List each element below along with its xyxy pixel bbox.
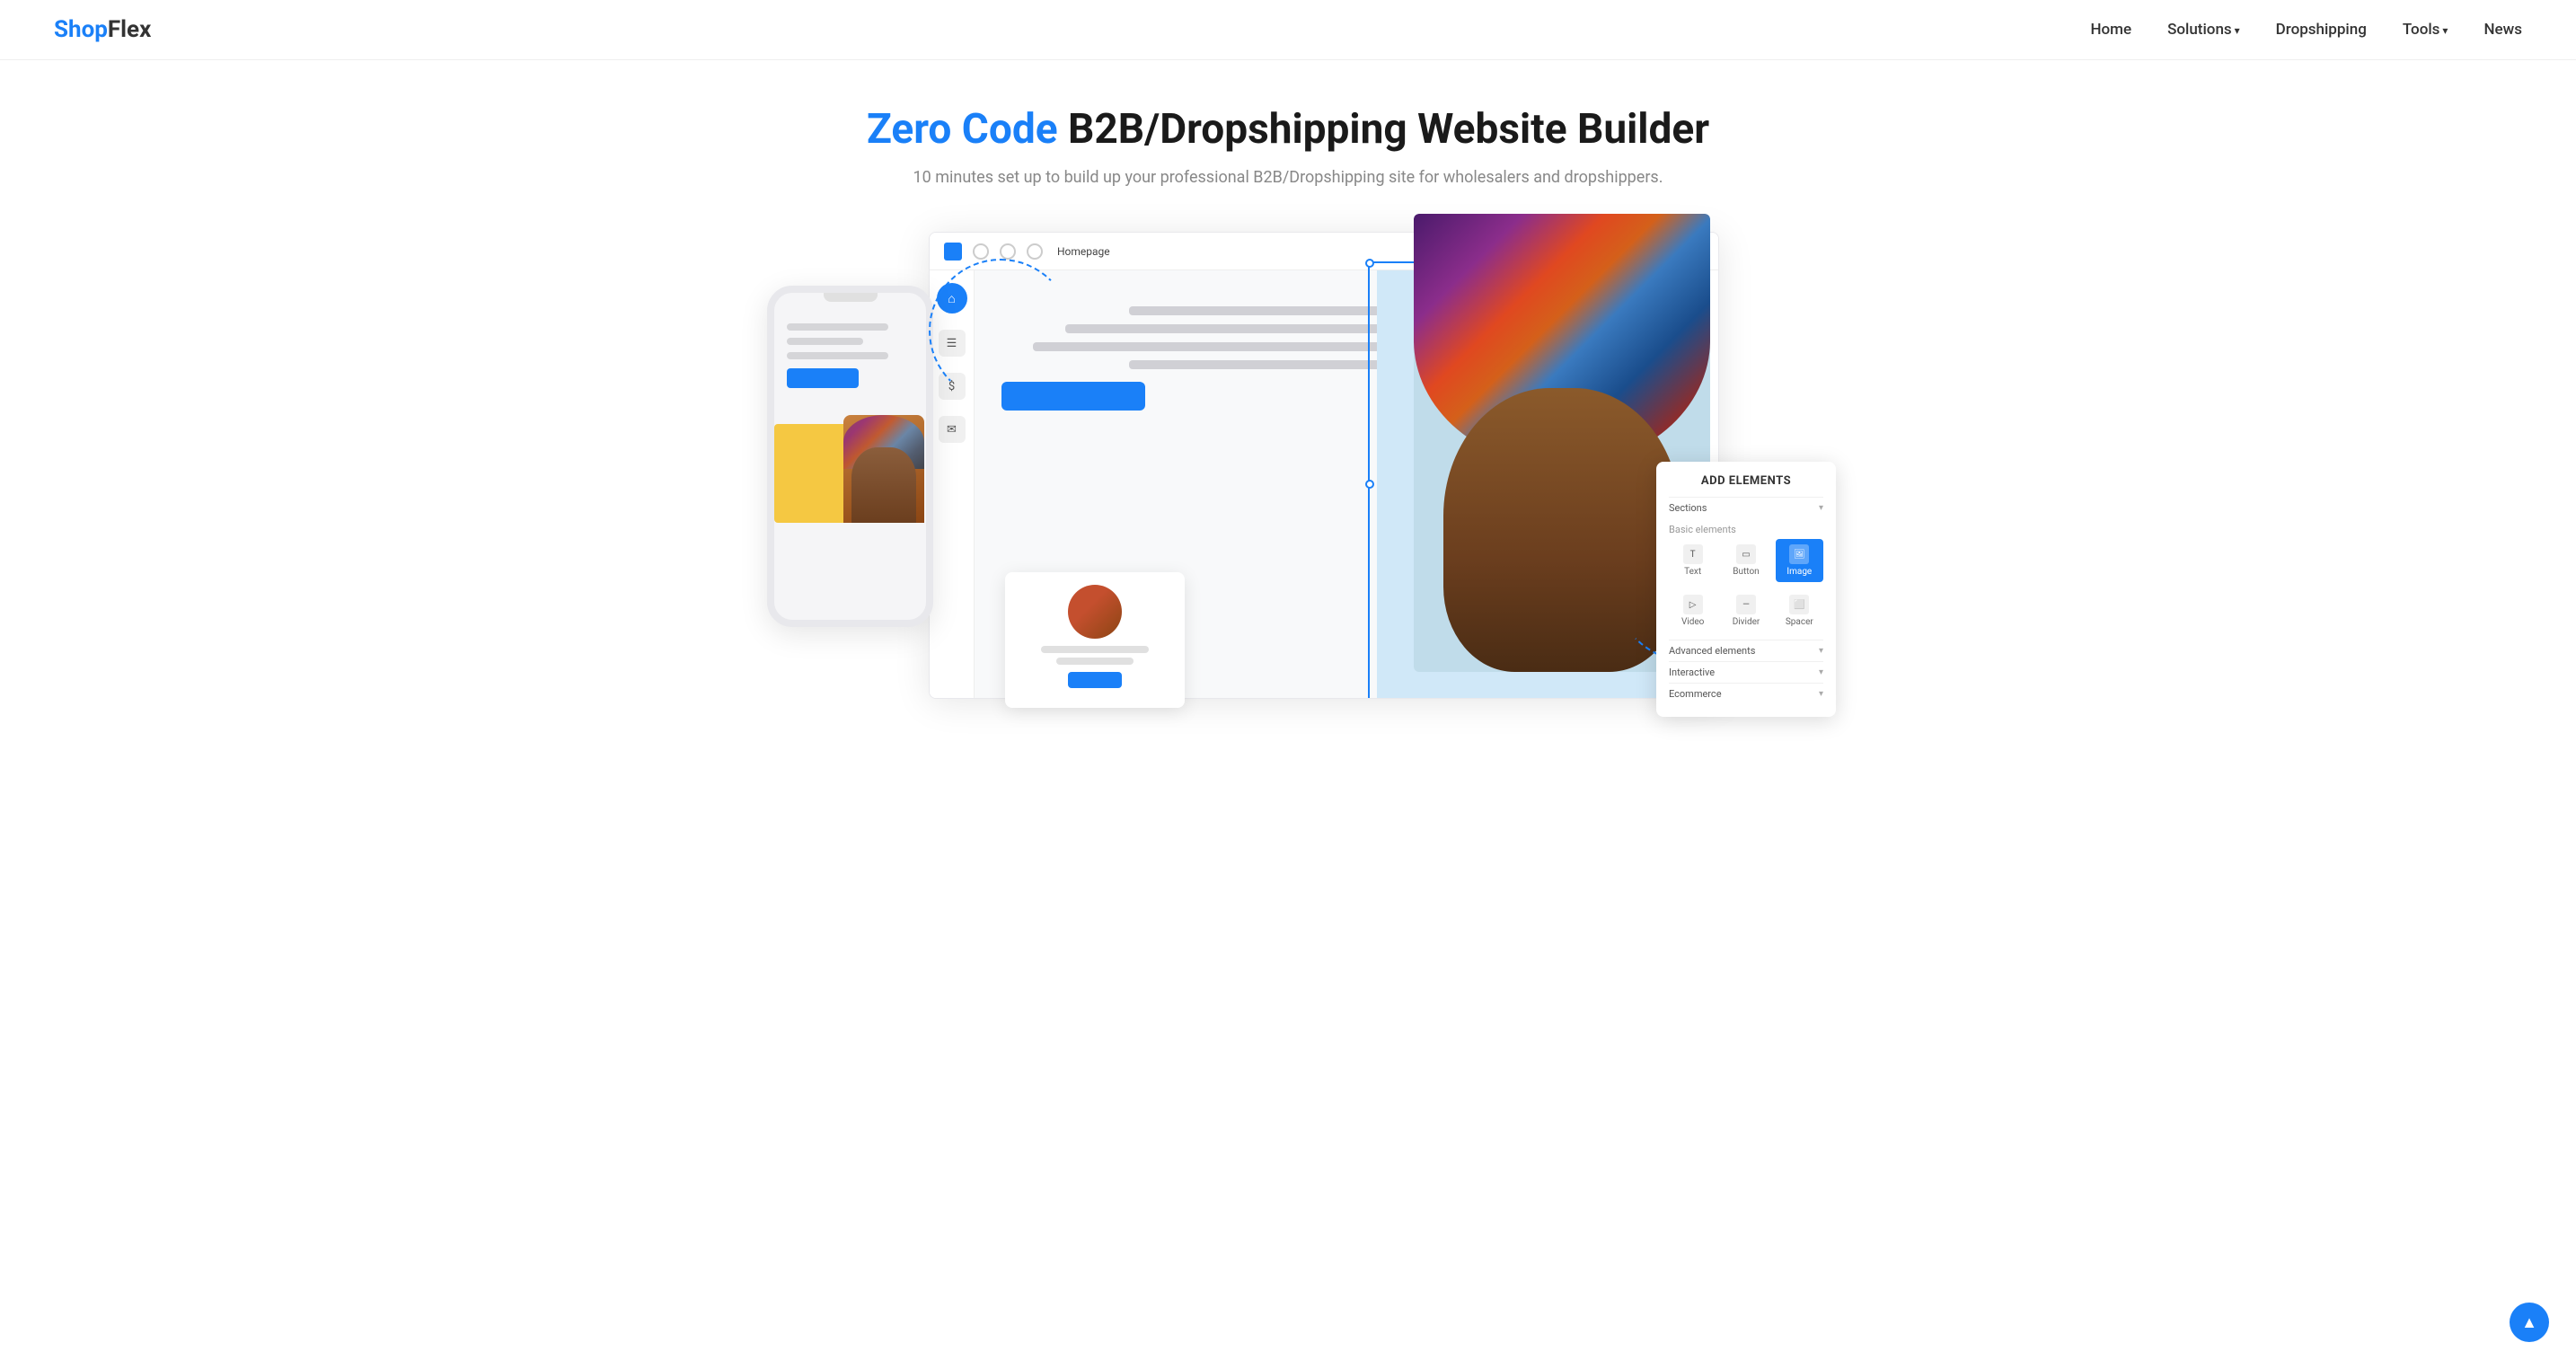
panel-advanced-row[interactable]: Advanced elements ▾ bbox=[1669, 640, 1823, 661]
topbar-page-label: Homepage bbox=[1057, 245, 1110, 258]
profile-name-line bbox=[1041, 646, 1149, 653]
profile-popup-card bbox=[1005, 572, 1185, 708]
panel-button-element[interactable]: ▭ Button bbox=[1722, 539, 1769, 582]
navbar: ShopFlex Home Solutions Dropshipping Too… bbox=[0, 0, 2576, 60]
mobile-line-2 bbox=[787, 338, 863, 345]
logo[interactable]: ShopFlex bbox=[54, 16, 151, 43]
canvas-cta-button[interactable] bbox=[1001, 382, 1145, 411]
sidebar-dollar-icon[interactable]: $ bbox=[939, 373, 966, 400]
button-icon: ▭ bbox=[1736, 544, 1756, 564]
scroll-up-button[interactable]: ▲ bbox=[2510, 1303, 2549, 1342]
image-label: Image bbox=[1786, 567, 1812, 577]
panel-interactive-label: Interactive bbox=[1669, 667, 1715, 678]
panel-spacer-element[interactable]: ⬜ Spacer bbox=[1776, 589, 1823, 632]
topbar-save-btn[interactable] bbox=[1027, 243, 1043, 260]
builder-sidebar-left: ⌂ ☰ $ ✉ bbox=[930, 270, 975, 698]
panel-elements-row2: ▷ Video — Divider ⬜ Spacer bbox=[1669, 589, 1823, 632]
hero-subtitle: 10 minutes set up to build up your profe… bbox=[18, 168, 2558, 187]
logo-shop: Shop bbox=[54, 16, 108, 43]
divider-label: Divider bbox=[1733, 617, 1760, 627]
text-label: Text bbox=[1684, 567, 1701, 577]
panel-text-element[interactable]: T Text bbox=[1669, 539, 1716, 582]
mobile-line-3 bbox=[787, 352, 888, 359]
panel-sections-label: Sections bbox=[1669, 502, 1707, 514]
mobile-cta-button[interactable] bbox=[787, 368, 859, 388]
topbar-redo-btn[interactable] bbox=[1000, 243, 1016, 260]
hero-headline-black: B2B/Dropshipping Website Builder bbox=[1058, 105, 1709, 154]
panel-basic-label: Basic elements bbox=[1669, 524, 1823, 535]
panel-sections-arrow: ▾ bbox=[1819, 503, 1823, 513]
mobile-image-area bbox=[774, 406, 926, 523]
sidebar-mail-icon[interactable]: ✉ bbox=[939, 416, 966, 443]
nav-home[interactable]: Home bbox=[2090, 21, 2131, 39]
panel-elements-row1: T Text ▭ Button 🖼 Image bbox=[1669, 539, 1823, 582]
logo-flex: Flex bbox=[108, 16, 151, 43]
panel-ecommerce-arrow: ▾ bbox=[1819, 689, 1823, 699]
button-label: Button bbox=[1733, 567, 1759, 577]
panel-video-element[interactable]: ▷ Video bbox=[1669, 589, 1716, 632]
scroll-up-icon: ▲ bbox=[2521, 1313, 2537, 1332]
mobile-line-1 bbox=[787, 323, 888, 331]
mobile-content bbox=[774, 311, 926, 402]
divider-icon: — bbox=[1736, 595, 1756, 614]
panel-image-element[interactable]: 🖼 Image bbox=[1776, 539, 1823, 582]
profile-avatar bbox=[1068, 585, 1122, 639]
panel-advanced-arrow: ▾ bbox=[1819, 646, 1823, 656]
panel-interactive-arrow: ▾ bbox=[1819, 667, 1823, 677]
panel-interactive-row[interactable]: Interactive ▾ bbox=[1669, 661, 1823, 683]
sidebar-pages-icon[interactable]: ☰ bbox=[939, 330, 966, 357]
mobile-yellow-bg bbox=[774, 424, 851, 524]
illustration-area: Homepage Preview mode Save & exit PUBLIS… bbox=[749, 232, 1827, 735]
profile-action-btn[interactable] bbox=[1068, 672, 1122, 688]
image-icon: 🖼 bbox=[1789, 544, 1809, 564]
sidebar-home-icon[interactable]: ⌂ bbox=[937, 283, 967, 314]
add-elements-panel: ADD ELEMENTS Sections ▾ Basic elements T… bbox=[1656, 462, 1836, 717]
spacer-label: Spacer bbox=[1786, 617, 1813, 627]
sel-handle-lm[interactable] bbox=[1365, 480, 1374, 489]
nav-tools[interactable]: Tools bbox=[2403, 21, 2448, 39]
nav-news[interactable]: News bbox=[2483, 21, 2522, 39]
panel-sections-row[interactable]: Sections ▾ bbox=[1669, 497, 1823, 518]
spacer-icon: ⬜ bbox=[1789, 595, 1809, 614]
hero-headline-blue: Zero Code bbox=[867, 105, 1058, 154]
panel-ecommerce-row[interactable]: Ecommerce ▾ bbox=[1669, 683, 1823, 704]
panel-title: ADD ELEMENTS bbox=[1669, 474, 1823, 488]
mobile-face-image bbox=[843, 415, 924, 523]
topbar-mail-icon bbox=[944, 243, 962, 261]
profile-sub-line bbox=[1056, 658, 1134, 665]
panel-divider-element[interactable]: — Divider bbox=[1722, 589, 1769, 632]
video-label: Video bbox=[1681, 617, 1704, 627]
topbar-undo-btn[interactable] bbox=[973, 243, 989, 260]
hero-section: Zero Code B2B/Dropshipping Website Build… bbox=[0, 60, 2576, 232]
nav-dropshipping[interactable]: Dropshipping bbox=[2276, 21, 2367, 39]
face-skin bbox=[1443, 388, 1681, 672]
nav-links: Home Solutions Dropshipping Tools News bbox=[2090, 21, 2522, 39]
nav-solutions[interactable]: Solutions bbox=[2167, 21, 2240, 39]
mobile-mockup bbox=[767, 286, 933, 627]
panel-advanced-label: Advanced elements bbox=[1669, 645, 1755, 657]
video-icon: ▷ bbox=[1683, 595, 1703, 614]
panel-ecommerce-label: Ecommerce bbox=[1669, 688, 1722, 700]
hero-headline: Zero Code B2B/Dropshipping Website Build… bbox=[18, 105, 2558, 154]
text-icon: T bbox=[1683, 544, 1703, 564]
phone-notch bbox=[824, 293, 878, 302]
